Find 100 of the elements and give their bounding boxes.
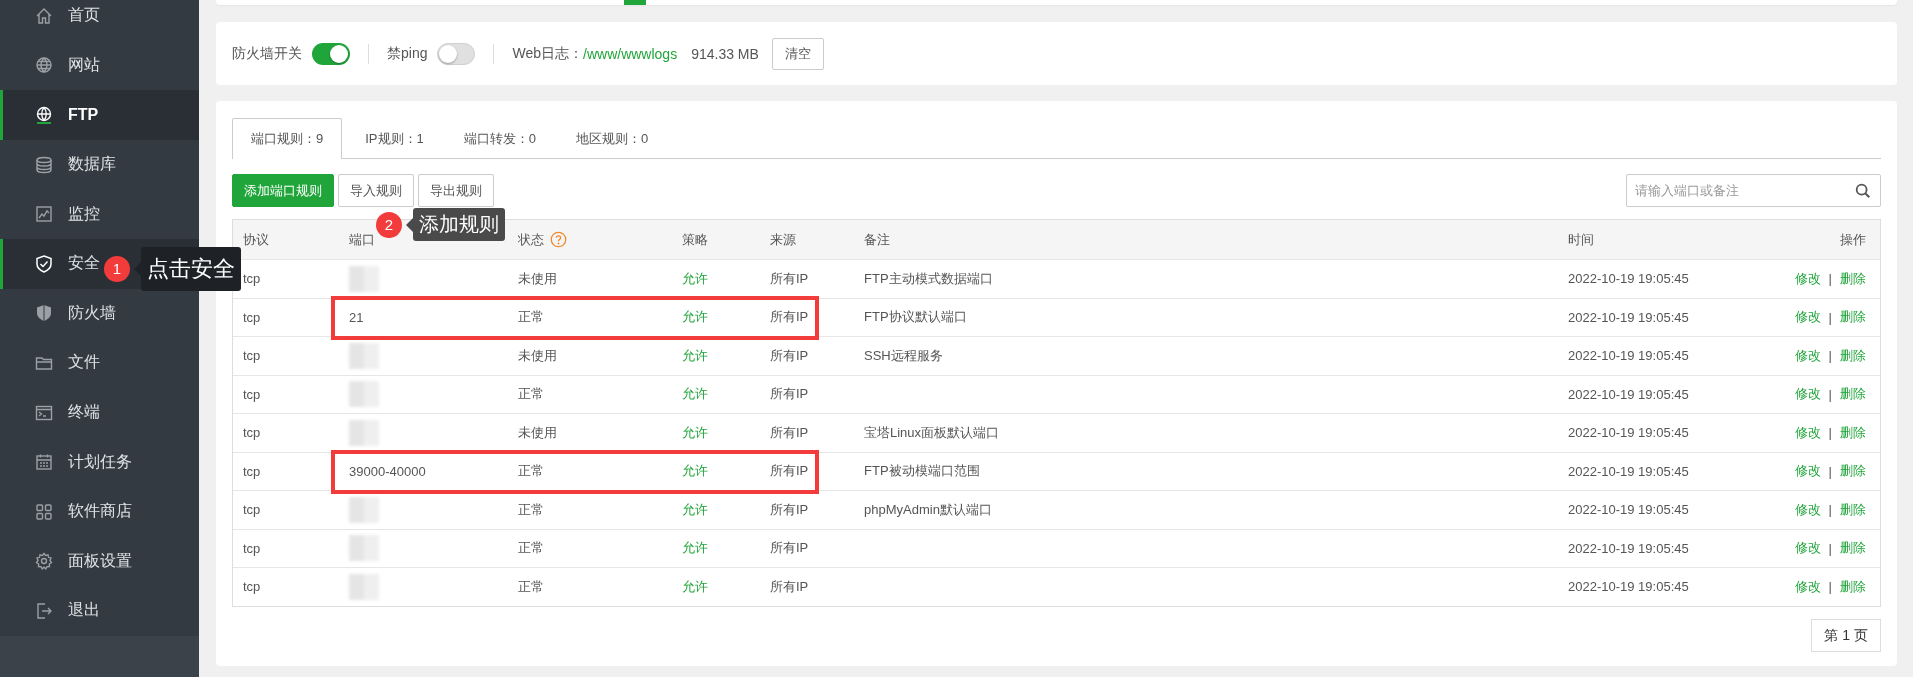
note-text: FTP协议默认端口 — [864, 308, 967, 327]
port-text: 21 — [349, 309, 364, 325]
time-text: 2022-10-19 19:05:45 — [1568, 540, 1689, 556]
sidebar-item[interactable]: FTP — [0, 90, 199, 140]
status-text: 正常 — [518, 577, 544, 596]
policy-text: 允许 — [682, 269, 708, 288]
sidebar-item[interactable]: 监控 — [0, 189, 199, 239]
calendar-icon — [34, 452, 54, 473]
column-header: 协议 — [243, 230, 269, 249]
column-header: 策略 — [682, 230, 708, 249]
source-text: 所有IP — [770, 577, 809, 596]
status-text: 正常 — [518, 500, 544, 519]
source-text: 所有IP — [770, 346, 809, 365]
protocol-text: tcp — [243, 386, 261, 402]
time-text: 2022-10-19 19:05:45 — [1568, 579, 1689, 595]
column-header: 操作 — [1840, 230, 1866, 249]
port-text: 39000-40000 — [349, 463, 426, 479]
toggle-switch[interactable] — [437, 42, 476, 65]
globe-icon — [34, 55, 54, 76]
protocol-text: tcp — [243, 540, 261, 556]
protocol-text: tcp — [243, 348, 261, 364]
source-text: 所有IP — [770, 500, 809, 519]
logout-icon — [34, 600, 54, 621]
clear-button[interactable]: 清空 — [771, 37, 824, 70]
search-icon — [1854, 182, 1872, 200]
sidebar-item[interactable]: 文件 — [0, 338, 199, 388]
source-text: 所有IP — [770, 539, 809, 558]
sidebar-item[interactable]: 退出 — [0, 586, 199, 636]
sidebar-item[interactable]: 终端 — [0, 387, 199, 438]
sidebar-item[interactable]: 计划任务 — [0, 437, 199, 487]
tab[interactable]: 地区规则：0 — [559, 118, 666, 159]
note-text: 宝塔Linux面板默认端口 — [864, 423, 1000, 442]
note-text: FTP被动模端口范围 — [864, 462, 980, 481]
shield-check-icon — [34, 253, 54, 274]
redacted-value — [349, 496, 379, 523]
protocol-text: tcp — [243, 309, 261, 325]
redacted-value — [349, 265, 379, 292]
policy-text: 允许 — [682, 423, 708, 442]
page-indicator[interactable]: 第 1 页 — [1811, 618, 1881, 652]
status-text: 未使用 — [518, 269, 557, 288]
protocol-text: tcp — [243, 271, 261, 287]
separator: | — [1828, 502, 1832, 518]
policy-text: 允许 — [682, 346, 708, 365]
toggle-switch[interactable] — [312, 42, 350, 65]
chart-icon — [34, 204, 54, 225]
settings-icon — [34, 551, 54, 572]
time-text: 2022-10-19 19:05:45 — [1568, 271, 1689, 287]
redacted-value — [349, 419, 379, 446]
time-text: 2022-10-19 19:05:45 — [1568, 463, 1689, 479]
separator: | — [1828, 463, 1832, 479]
rule-button[interactable]: 导入规则 — [338, 174, 414, 207]
source-text: 所有IP — [770, 423, 809, 442]
column-header: 端口 — [349, 230, 375, 249]
status-text: 正常 — [518, 385, 544, 404]
policy-text: 允许 — [682, 462, 708, 481]
note-text: FTP主动模式数据端口 — [864, 269, 993, 288]
separator: | — [1828, 425, 1832, 441]
time-text: 2022-10-19 19:05:45 — [1568, 348, 1689, 364]
callout-tooltip: 点击安全 — [141, 247, 241, 291]
protocol-text: tcp — [243, 579, 261, 595]
sidebar-item[interactable]: 数据库 — [0, 139, 199, 190]
sidebar-item[interactable]: 软件商店 — [0, 486, 199, 537]
protocol-text: tcp — [243, 463, 261, 479]
separator: | — [1828, 579, 1832, 595]
source-text: 所有IP — [770, 308, 809, 327]
separator: | — [1828, 309, 1832, 325]
rule-button[interactable]: 导出规则 — [418, 174, 494, 207]
column-header: 备注 — [864, 230, 890, 249]
policy-text: 允许 — [682, 500, 708, 519]
setting-label: 防火墙开关 — [232, 44, 302, 63]
callout-tooltip: 添加规则 — [413, 208, 505, 241]
status-text: 正常 — [518, 462, 544, 481]
column-header: 时间 — [1568, 230, 1594, 249]
status-text: 未使用 — [518, 423, 557, 442]
setting-label: Web日志： — [512, 44, 583, 63]
shield-icon — [34, 303, 54, 324]
globe-icon — [34, 105, 54, 125]
search-field[interactable]: 请输入端口或备注 — [1626, 174, 1881, 207]
separator: | — [1828, 271, 1832, 287]
policy-text: 允许 — [682, 539, 708, 558]
redacted-value — [349, 342, 379, 369]
sidebar-item[interactable]: 网站 — [0, 40, 199, 91]
source-text: 所有IP — [770, 269, 809, 288]
sidebar-item[interactable]: 面板设置 — [0, 536, 199, 587]
sidebar-item[interactable]: 防火墙 — [0, 288, 199, 339]
column-header: 状态 — [518, 230, 544, 249]
status-text: 正常 — [518, 308, 544, 327]
separator: | — [1828, 386, 1832, 402]
sidebar-item[interactable]: 首页 — [0, 0, 199, 41]
tab[interactable]: 端口转发：0 — [446, 118, 553, 159]
note-text: phpMyAdmin默认端口 — [864, 500, 992, 519]
time-text: 2022-10-19 19:05:45 — [1568, 502, 1689, 518]
status-text: 正常 — [518, 539, 544, 558]
tab[interactable]: IP规则：1 — [348, 118, 441, 159]
tab[interactable]: 端口规则：9 — [232, 118, 343, 159]
separator: | — [1828, 348, 1832, 364]
protocol-text: tcp — [243, 425, 261, 441]
policy-text: 允许 — [682, 577, 708, 596]
time-text: 2022-10-19 19:05:45 — [1568, 425, 1689, 441]
redacted-value — [349, 573, 379, 600]
